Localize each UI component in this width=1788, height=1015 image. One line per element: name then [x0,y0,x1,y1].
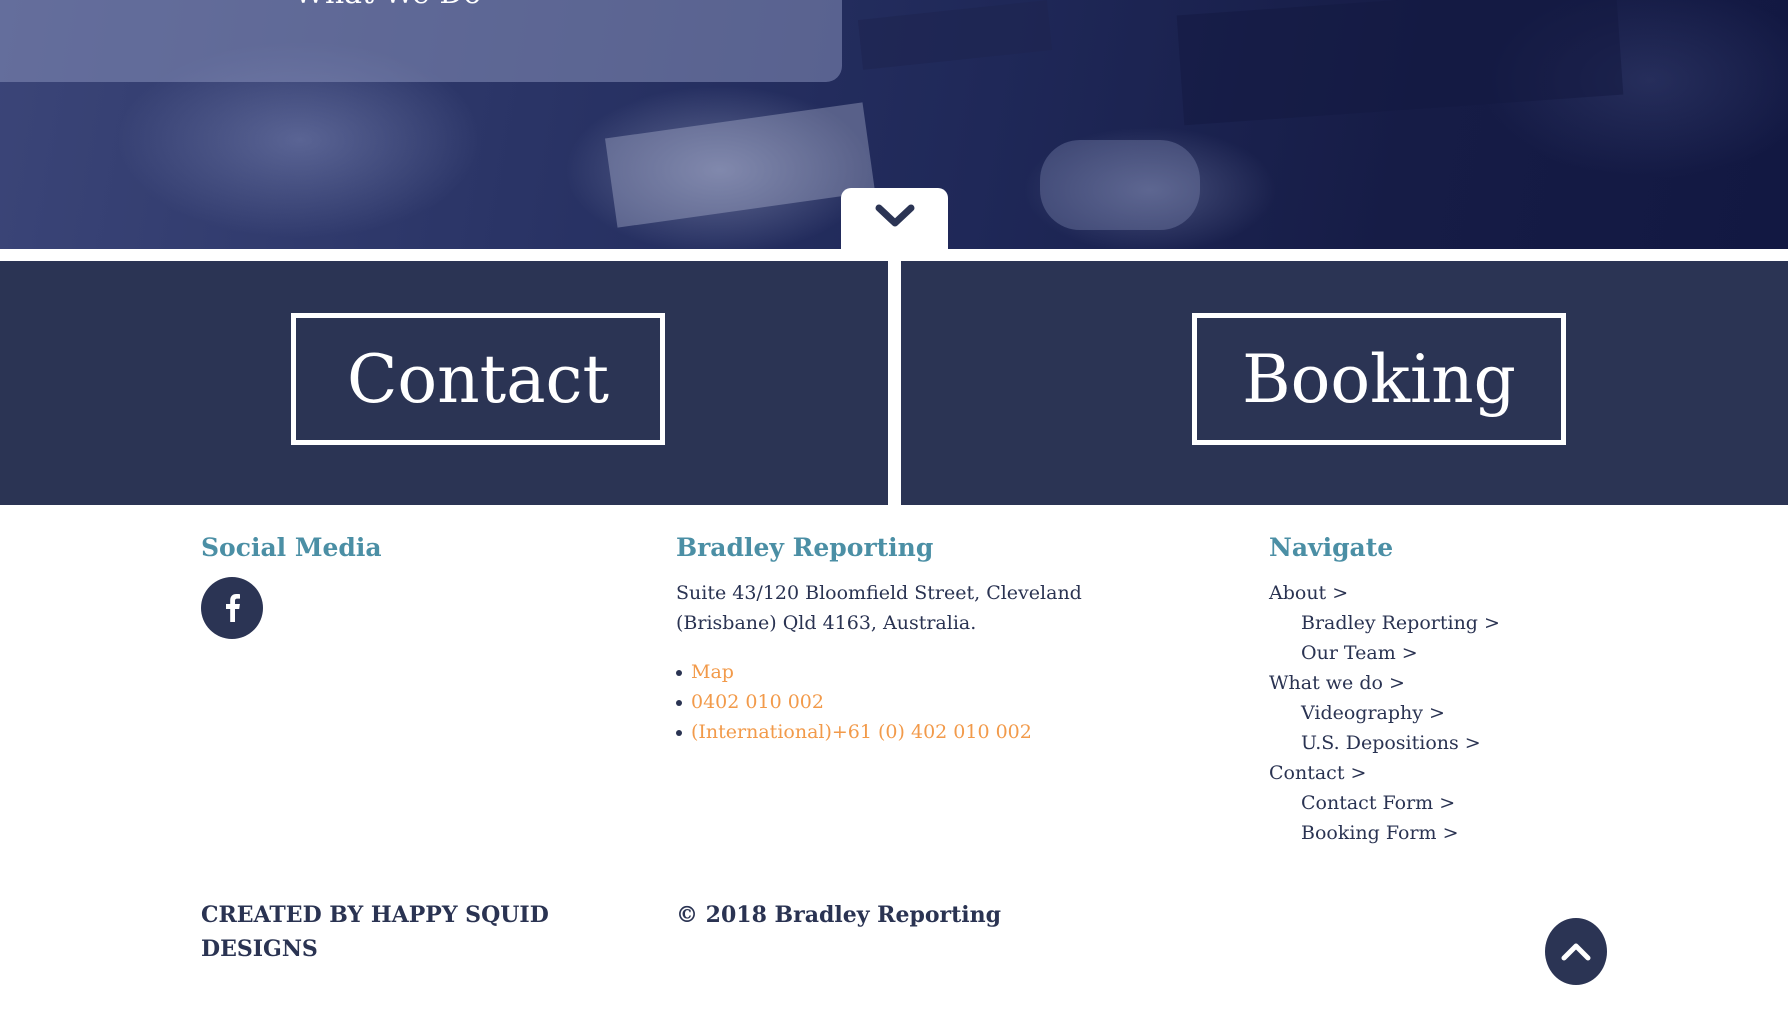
contact-button[interactable]: Contact [291,313,665,445]
scroll-down-button[interactable] [841,188,948,249]
hero-photo-table [1176,0,1624,126]
bullet [676,730,682,736]
booking-button[interactable]: Booking [1192,313,1566,445]
nav-link-what-we-do[interactable]: What we do > [1269,672,1405,694]
facebook-button[interactable] [201,577,263,639]
social-media-heading: Social Media [201,533,382,562]
nav-link-booking-form[interactable]: Booking Form > [1301,822,1459,844]
nav-item-us-depositions: U.S. Depositions > [1269,728,1500,758]
list-item: Map [676,657,1032,687]
nav-item-contact: Contact > [1269,758,1500,788]
address-line-2: (Brisbane) Qld 4163, Australia. [676,612,977,634]
address-line-1: Suite 43/120 Bloomfield Street, Clevelan… [676,582,1082,604]
nav-item-bradley-reporting: Bradley Reporting > [1269,608,1500,638]
nav-item-booking-form: Booking Form > [1269,818,1500,848]
company-address: Suite 43/120 Bloomfield Street, Clevelan… [676,578,1096,638]
nav-link-bradley-reporting[interactable]: Bradley Reporting > [1301,612,1500,634]
bullet [676,670,682,676]
nav-item-our-team: Our Team > [1269,638,1500,668]
list-item: (International)+61 (0) 402 010 002 [676,717,1032,747]
nav-link-our-team[interactable]: Our Team > [1301,642,1418,664]
nav-item-contact-form: Contact Form > [1269,788,1500,818]
hero-photo-paper [605,102,875,228]
copyright-notice: © 2018 Bradley Reporting [676,902,1001,928]
contact-links: Map 0402 010 002 (International)+61 (0) … [676,657,1032,747]
designer-credit[interactable]: CREATED BY HAPPY SQUID DESIGNS [201,898,601,966]
hero-banner: What We Do [0,0,1788,249]
chevron-down-icon [875,204,914,226]
nav-link-contact[interactable]: Contact > [1269,762,1366,784]
hero-title: What We Do [294,0,481,11]
bullet [676,700,682,706]
booking-panel: Booking [901,261,1788,505]
phone-link[interactable]: 0402 010 002 [691,691,824,713]
navigate-heading: Navigate [1269,533,1394,562]
nav-link-us-depositions[interactable]: U.S. Depositions > [1301,732,1481,754]
back-to-top-button[interactable] [1545,918,1607,985]
nav-link-about[interactable]: About > [1269,582,1348,604]
hero-card: What We Do [0,0,842,82]
footer-nav: About > Bradley Reporting > Our Team > W… [1269,578,1500,848]
list-item: 0402 010 002 [676,687,1032,717]
international-phone-link[interactable]: (International)+61 (0) 402 010 002 [691,721,1032,743]
nav-link-videography[interactable]: Videography > [1301,702,1445,724]
company-heading: Bradley Reporting [676,533,934,562]
nav-item-videography: Videography > [1269,698,1500,728]
nav-item-what-we-do: What we do > [1269,668,1500,698]
chevron-up-icon [1561,943,1591,960]
hero-photo-book [857,0,1053,70]
nav-item-about: About > [1269,578,1500,608]
nav-link-contact-form[interactable]: Contact Form > [1301,792,1455,814]
facebook-icon [226,594,240,622]
map-link[interactable]: Map [691,661,734,683]
hero-photo-hand [1040,140,1200,230]
contact-panel: Contact [0,261,888,505]
